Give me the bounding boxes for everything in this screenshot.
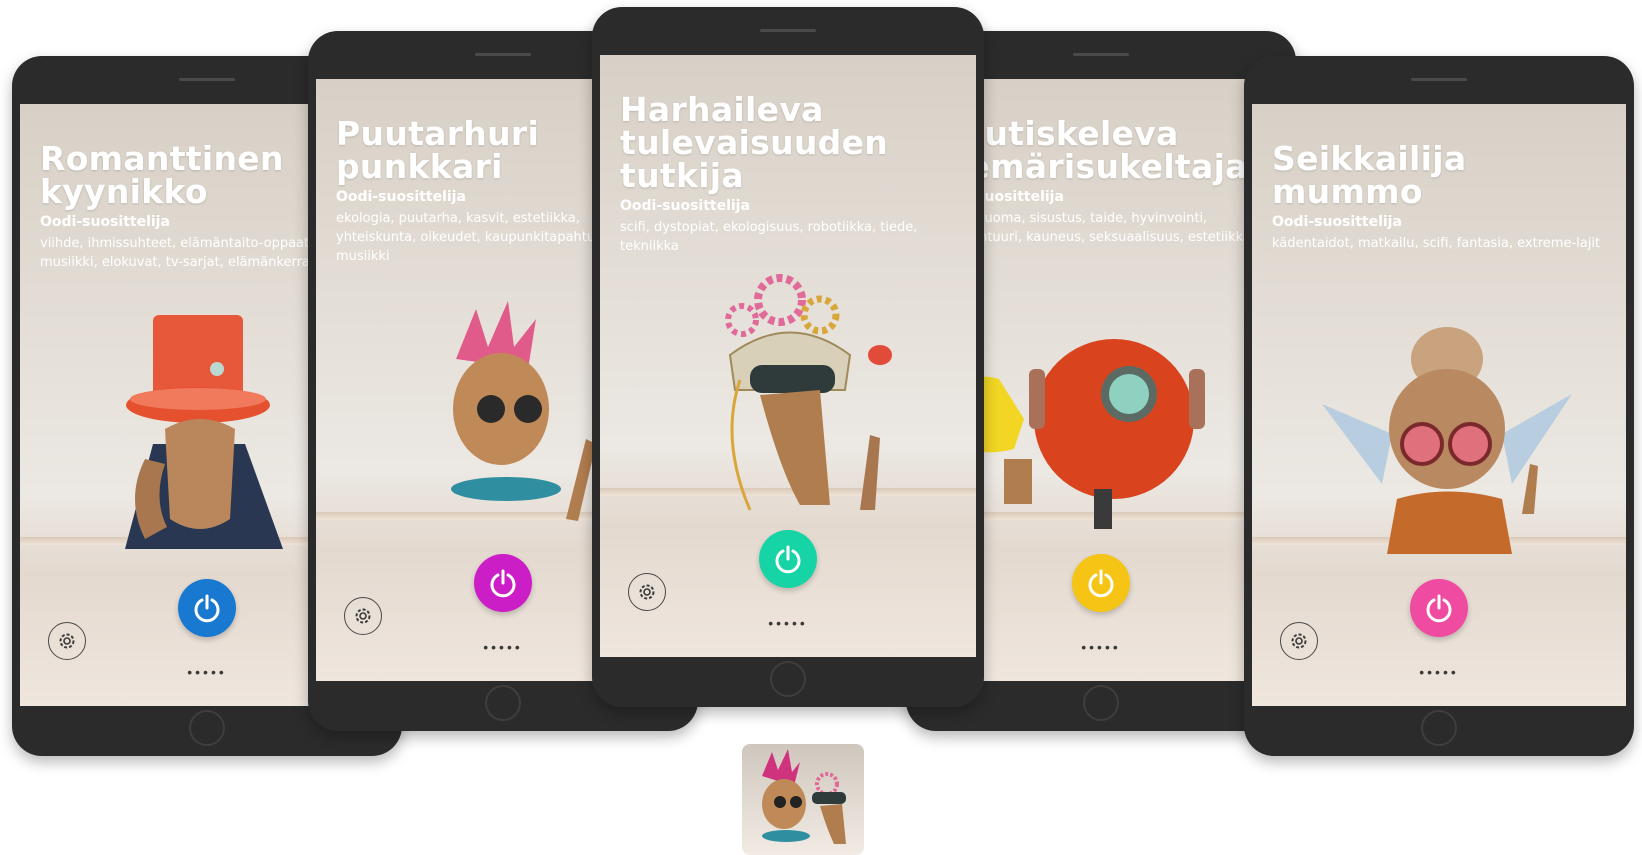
card-title-line-2: kyynikko [40, 172, 208, 211]
card-title: Seikkailija mummo [1272, 142, 1466, 208]
settings-button[interactable] [1280, 622, 1318, 660]
phone-card-seikkailija-mummo: Seikkailija mummo Oodi-suosittelija käde… [1244, 56, 1634, 756]
card-tags-line-1: scifi, dystopiat, ekologisuus, robotiikk… [620, 220, 918, 235]
card-subtitle: Oodi-suosittelija [336, 189, 466, 205]
home-button[interactable] [189, 710, 225, 746]
power-icon [490, 569, 516, 598]
page-indicator: ••••• [483, 639, 523, 655]
phone-speaker [475, 53, 531, 56]
home-button[interactable] [485, 685, 521, 721]
home-button[interactable] [770, 661, 806, 697]
phone-speaker [1411, 78, 1467, 81]
card-tags-line-1: kädentaidot, matkailu, scifi, fantasia, … [1272, 236, 1601, 251]
card-title-line-2: mummo [1272, 172, 1423, 211]
card-tags: scifi, dystopiat, ekologisuus, robotiikk… [620, 218, 976, 256]
card-tags: kädentaidot, matkailu, scifi, fantasia, … [1272, 234, 1626, 253]
card-tags-line-1: ruoka&juoma, sisustus, taide, hyvinvoint… [934, 211, 1208, 226]
card-tags-line-2: tekniikka [620, 239, 679, 254]
card-subtitle: Oodi-suosittelija [40, 214, 170, 230]
gear-icon [59, 633, 75, 649]
home-button[interactable] [1083, 685, 1119, 721]
card-tags: ruoka&juoma, sisustus, taide, hyvinvoint… [934, 209, 1288, 247]
page-indicator: ••••• [187, 664, 227, 680]
character-figure [451, 301, 596, 521]
home-button[interactable] [1421, 710, 1457, 746]
page-indicator: ••••• [1081, 639, 1121, 655]
power-button[interactable] [178, 579, 236, 637]
card-title: Puutarhuri punkkari [336, 117, 539, 183]
card-subtitle: Oodi-suosittelija [1272, 214, 1402, 230]
phone-card-harhaileva-tulevaisuuden-tutkija: Harhaileva tulevaisuuden tutkija Oodi-su… [592, 7, 984, 707]
image-thumbnail[interactable] [742, 744, 864, 855]
settings-button[interactable] [344, 597, 382, 635]
power-icon [775, 545, 801, 574]
gear-icon [639, 584, 655, 600]
card-title: Romanttinen kyynikko [40, 142, 284, 208]
power-icon [1426, 594, 1452, 623]
card-title: Harhaileva tulevaisuuden tutkija [620, 93, 888, 192]
phone-speaker [1073, 53, 1129, 56]
character-figure [725, 274, 892, 511]
phone-screen: Seikkailija mummo Oodi-suosittelija käde… [1252, 104, 1626, 706]
card-title-line-3: tutkija [620, 156, 744, 195]
settings-button[interactable] [628, 573, 666, 611]
card-title-line-2: punkkari [336, 147, 503, 186]
gear-icon [355, 608, 371, 624]
power-icon [1088, 569, 1114, 598]
power-button[interactable] [1072, 554, 1130, 612]
page-indicator: ••••• [1419, 664, 1459, 680]
phone-screen: Harhaileva tulevaisuuden tutkija Oodi-su… [600, 55, 976, 657]
page-indicator: ••••• [768, 615, 808, 631]
power-button[interactable] [1410, 579, 1468, 637]
power-button[interactable] [759, 530, 817, 588]
settings-button[interactable] [48, 622, 86, 660]
card-subtitle: Oodi-suosittelija [620, 198, 750, 214]
thumbnail-image [762, 749, 846, 844]
phone-speaker [760, 29, 816, 32]
character-figure [1322, 327, 1572, 554]
power-icon [194, 594, 220, 623]
character-figure [954, 339, 1205, 529]
gear-icon [1291, 633, 1307, 649]
power-button[interactable] [474, 554, 532, 612]
card-tags-line-2: arkkitehtuuri, kauneus, seksuaalisuus, e… [934, 230, 1251, 245]
phone-speaker [179, 78, 235, 81]
character-figure [125, 315, 283, 549]
